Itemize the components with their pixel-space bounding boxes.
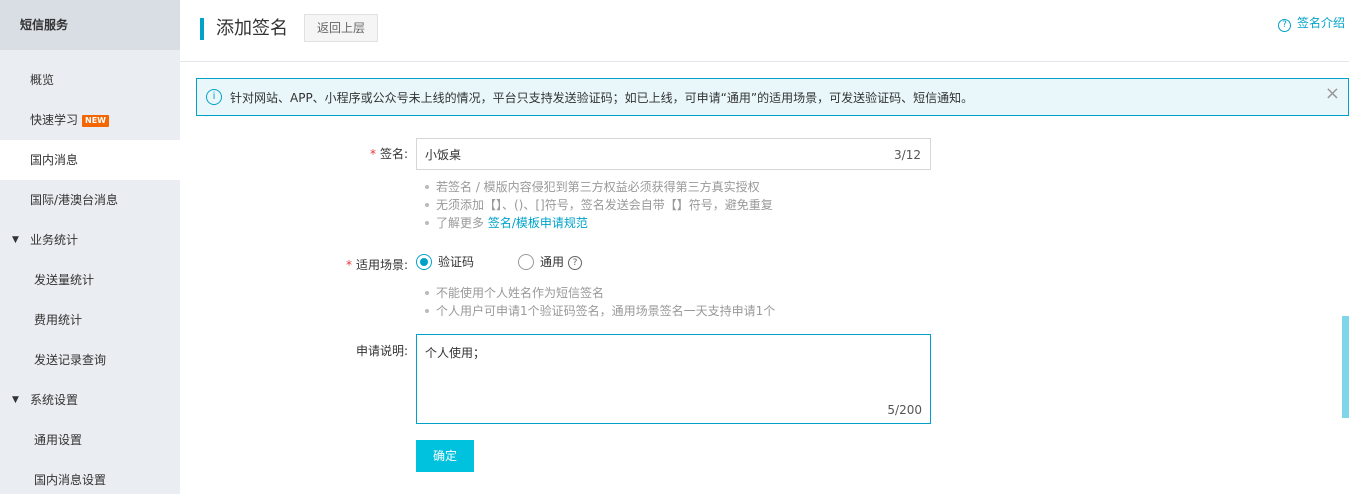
signature-hints: 若签名 / 模版内容侵犯到第三方权益必须获得第三方真实授权 无须添加【】、()、…: [423, 178, 773, 232]
sidebar-item-label: 发送记录查询: [34, 353, 107, 367]
floating-side-tab[interactable]: [1342, 316, 1349, 418]
sidebar-item-quick-learn[interactable]: 快速学习 NEW: [0, 100, 180, 140]
signature-value: 小饭桌: [425, 148, 462, 162]
submit-button[interactable]: 确定: [416, 440, 474, 472]
sidebar-item-send-records[interactable]: 发送记录查询: [0, 340, 180, 380]
page-title: 添加签名: [216, 18, 288, 39]
sidebar-group-business-stats[interactable]: ▼ 业务统计: [0, 220, 180, 260]
caret-down-icon: ▼: [12, 395, 19, 405]
description-textarea[interactable]: 个人使用； 5/200: [416, 334, 931, 424]
hint-item: 个人用户可申请1个验证码签名，通用场景签名一天支持申请1个: [423, 302, 775, 320]
spec-link[interactable]: 签名/模板申请规范: [488, 216, 588, 230]
sidebar-item-label: 国际/港澳台消息: [30, 193, 119, 207]
scene-label-text: 适用场景:: [355, 258, 408, 272]
help-link-label: 签名介绍: [1296, 16, 1345, 30]
description-value: 个人使用；: [425, 346, 486, 360]
main-content: 添加签名 返回上层 ? 签名介绍 i 针对网站、APP、小程序或公众号未上线的情况…: [180, 0, 1349, 494]
sidebar-item-label: 系统设置: [30, 393, 79, 407]
radio-verification-code[interactable]: 验证码: [416, 253, 474, 271]
scene-label: * 适用场景:: [180, 256, 408, 274]
sidebar-item-overview[interactable]: 概览: [0, 60, 180, 100]
radio-label: 通用: [540, 255, 565, 269]
title-accent-bar: [200, 18, 204, 40]
app-root: 短信服务 概览 快速学习 NEW 国内消息 国际/港澳台消息 ▼ 业务统计 发送量统…: [0, 0, 1349, 494]
sidebar: 短信服务 概览 快速学习 NEW 国内消息 国际/港澳台消息 ▼ 业务统计 发送量统…: [0, 0, 180, 494]
sidebar-item-international-messages[interactable]: 国际/港澳台消息: [0, 180, 180, 220]
hint-item: 不能使用个人姓名作为短信签名: [423, 284, 775, 302]
signature-char-count: 3/12: [894, 148, 921, 162]
hint-item: 无须添加【】、()、[]符号，签名发送会自带【】符号，避免重复: [423, 196, 773, 214]
sidebar-item-domestic-settings[interactable]: 国内消息设置: [0, 460, 180, 494]
radio-general[interactable]: 通用?: [518, 253, 583, 271]
sidebar-item-label: 概览: [30, 73, 55, 87]
back-button[interactable]: 返回上层: [304, 14, 378, 42]
sidebar-menu: 概览 快速学习 NEW 国内消息 国际/港澳台消息 ▼ 业务统计 发送量统计 费用统…: [0, 60, 180, 494]
sidebar-item-send-volume[interactable]: 发送量统计: [0, 260, 180, 300]
sidebar-item-label: 通用设置: [34, 433, 83, 447]
new-badge: NEW: [82, 115, 109, 127]
hint-more-prefix: 了解更多: [436, 216, 488, 230]
sidebar-item-general-settings[interactable]: 通用设置: [0, 420, 180, 460]
description-char-count: 5/200: [887, 403, 922, 417]
description-label: 申请说明:: [355, 344, 408, 358]
sidebar-item-label: 国内消息: [30, 153, 79, 167]
scene-hints: 不能使用个人姓名作为短信签名 个人用户可申请1个验证码签名，通用场景签名一天支持…: [423, 284, 775, 320]
sidebar-header: 短信服务: [0, 0, 180, 50]
sidebar-item-label: 业务统计: [30, 233, 79, 247]
sidebar-item-label: 发送量统计: [34, 273, 95, 287]
radio-label: 验证码: [438, 255, 475, 269]
sidebar-item-label: 快速学习: [30, 113, 79, 127]
signature-input[interactable]: 小饭桌 3/12: [416, 138, 931, 170]
info-icon: i: [206, 89, 222, 105]
caret-down-icon: ▼: [12, 235, 19, 245]
required-mark: *: [345, 258, 352, 272]
question-icon[interactable]: ?: [568, 256, 583, 270]
sidebar-item-domestic-messages[interactable]: 国内消息: [0, 140, 180, 180]
hint-item: 了解更多 签名/模板申请规范: [423, 214, 773, 232]
notice-text: 针对网站、APP、小程序或公众号未上线的情况，平台只支持发送验证码；如已上线，可…: [230, 91, 974, 105]
sidebar-group-system-settings[interactable]: ▼ 系统设置: [0, 380, 180, 420]
signature-intro-link[interactable]: ? 签名介绍: [1277, 14, 1345, 32]
radio-checked-icon: [416, 254, 432, 270]
signature-label: * 签名:: [180, 145, 408, 163]
signature-label-text: 签名:: [379, 147, 408, 161]
required-mark: *: [369, 147, 376, 161]
page-header: 添加签名 返回上层 ? 签名介绍: [180, 0, 1349, 62]
radio-unchecked-icon: [518, 254, 534, 270]
info-notice: i 针对网站、APP、小程序或公众号未上线的情况，平台只支持发送验证码；如已上线…: [196, 78, 1349, 116]
help-circle-icon: ?: [1277, 19, 1291, 32]
sidebar-item-label: 费用统计: [34, 313, 83, 327]
sidebar-item-label: 国内消息设置: [34, 473, 107, 487]
close-icon[interactable]: ×: [1325, 83, 1340, 105]
sidebar-item-cost-stats[interactable]: 费用统计: [0, 300, 180, 340]
hint-item: 若签名 / 模版内容侵犯到第三方权益必须获得第三方真实授权: [423, 178, 773, 196]
